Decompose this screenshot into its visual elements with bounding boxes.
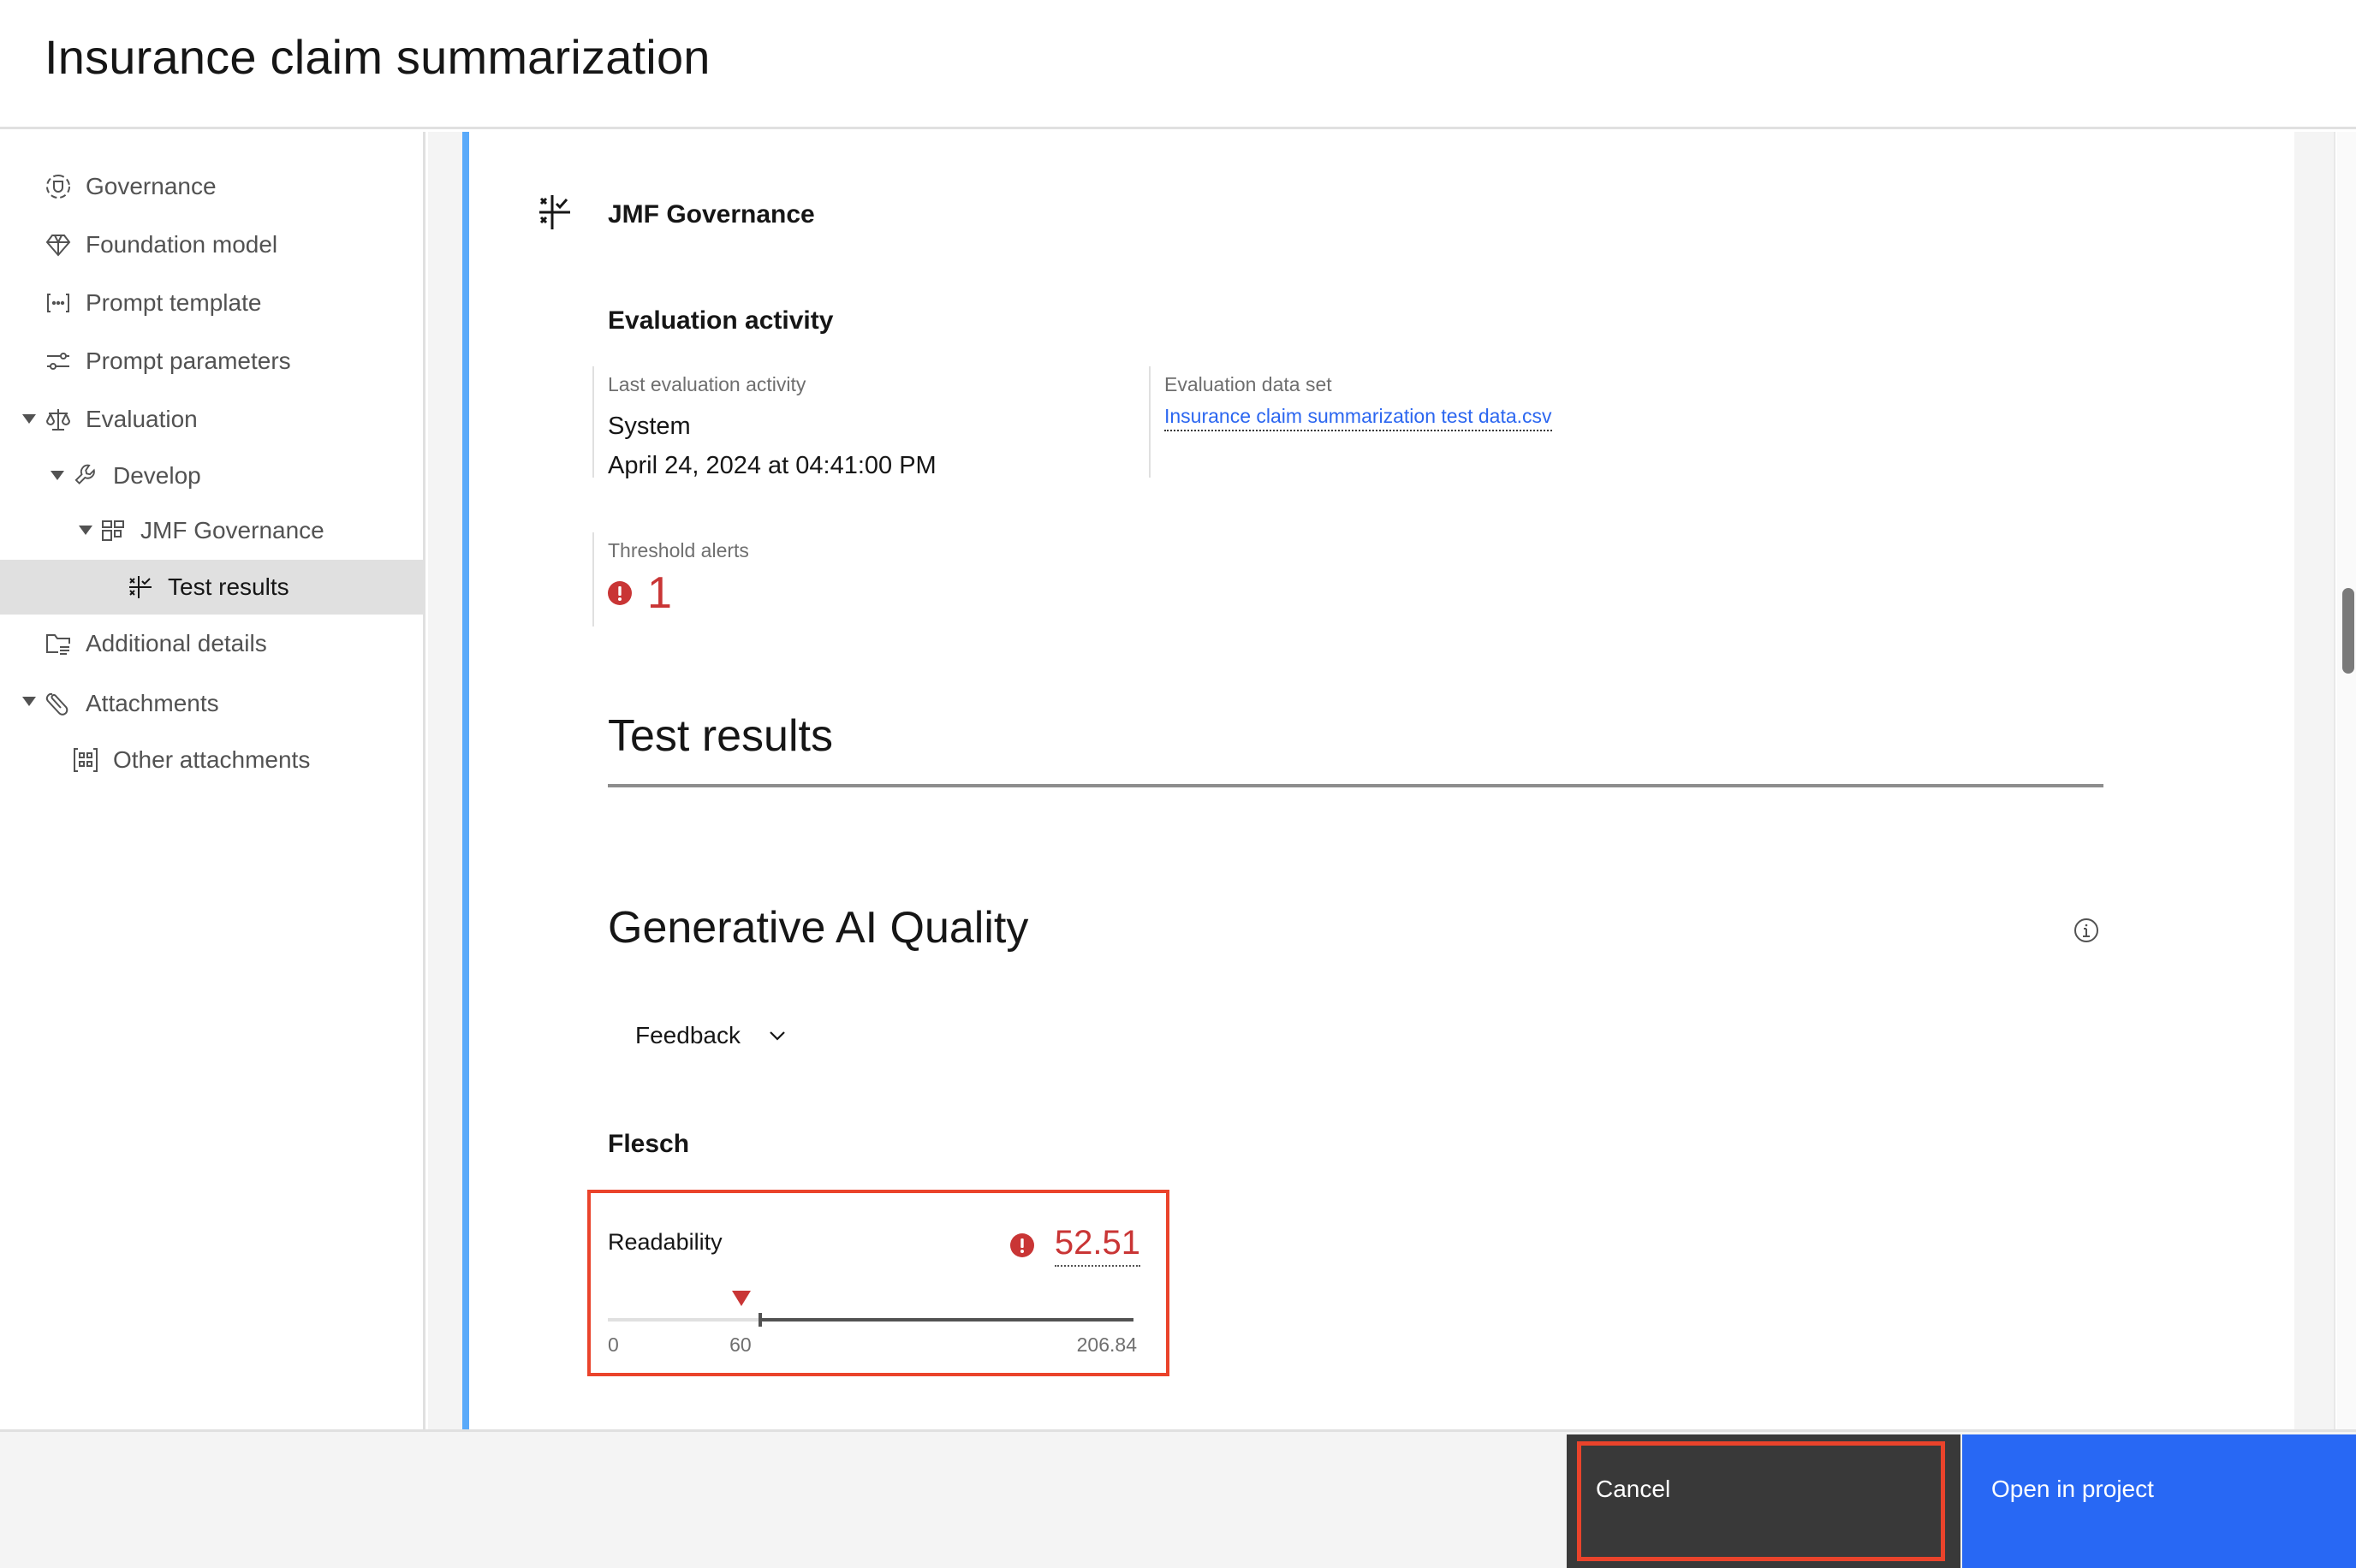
evaluation-data-set: Evaluation data set Insurance claim summ… [1149, 366, 1748, 478]
section-accent-line [462, 132, 469, 1429]
readability-metric-card[interactable]: Readability 52.51 0 60 206.84 [587, 1190, 1169, 1376]
right-gutter [2294, 132, 2335, 1429]
error-alert-icon [608, 581, 632, 605]
sidebar-item-foundation-model[interactable]: Foundation model [0, 217, 425, 272]
last-activity-value: System April 24, 2024 at 04:41:00 PM [608, 407, 1149, 485]
threshold-alerts: Threshold alerts 1 [592, 532, 935, 627]
threshold-alerts-value: 1 [608, 567, 935, 619]
error-alert-icon [1009, 1233, 1034, 1257]
sidebar-item-label: Prompt parameters [86, 347, 291, 374]
sidebar-item-label: Prompt template [86, 289, 262, 316]
range-threshold-label: 60 [729, 1333, 752, 1356]
feedback-dropdown-label: Feedback [635, 1022, 741, 1048]
sidebar-item-other-attachments[interactable]: Other attachments [0, 733, 425, 787]
sidebar-item-jmf-governance[interactable]: JMF Governance [0, 503, 425, 558]
open-in-project-label: Open in project [1991, 1476, 2154, 1502]
threshold-alerts-label: Threshold alerts [608, 539, 749, 561]
sliders-icon [45, 347, 72, 375]
sidebar-gutter [428, 132, 462, 1429]
metric-value[interactable]: 52.51 [1054, 1224, 1140, 1267]
sidebar-item-test-results[interactable]: Test results [0, 560, 425, 615]
open-in-project-button[interactable]: Open in project [1962, 1434, 2356, 1568]
caret-down-icon[interactable] [79, 526, 92, 535]
range-above-threshold [760, 1318, 1133, 1322]
sidebar-item-prompt-template[interactable]: Prompt template [0, 276, 425, 330]
dataset-link[interactable]: Insurance claim summarization test data.… [1164, 405, 1552, 431]
sidebar-item-label: Attachments [86, 690, 219, 716]
page-title: Insurance claim summarization [45, 30, 711, 84]
threshold-alert-count: 1 [647, 568, 672, 618]
feedback-dropdown[interactable]: Feedback [635, 1022, 788, 1049]
bracket-dots-icon [45, 289, 72, 317]
sidebar-item-label: Other attachments [113, 746, 311, 773]
chevron-down-icon [770, 1031, 785, 1041]
last-activity-label: Last evaluation activity [608, 373, 806, 395]
dataset-label: Evaluation data set [1164, 373, 1332, 395]
scrollbar-thumb[interactable] [2342, 588, 2354, 674]
modal-footer: Cancel Open in project [0, 1429, 2356, 1568]
sidebar-item-prompt-parameters[interactable]: Prompt parameters [0, 334, 425, 389]
scales-icon [45, 406, 72, 433]
range-min-label: 0 [608, 1333, 619, 1356]
main-content: JMF Governance Evaluation activity Last … [469, 132, 2294, 1429]
sidebar-item-label: Develop [113, 462, 201, 489]
caret-down-icon[interactable] [51, 471, 64, 480]
sidebar-item-label: Additional details [86, 630, 267, 656]
flesch-heading: Flesch [608, 1130, 690, 1158]
sidebar-item-label: JMF Governance [140, 517, 324, 543]
info-icon[interactable] [2073, 918, 2099, 943]
grid-bracket-icon [72, 746, 99, 774]
range-below-threshold [608, 1318, 761, 1322]
sidebar-item-evaluation[interactable]: Evaluation [0, 392, 425, 447]
scrollbar-track[interactable] [2337, 132, 2356, 1429]
sidebar-item-label: Evaluation [86, 406, 198, 432]
heading-divider [608, 784, 2103, 787]
folder-details-icon [45, 630, 72, 657]
test-results-heading: Test results [608, 711, 833, 761]
caret-down-icon[interactable] [22, 697, 36, 706]
sidebar-item-label: Test results [168, 573, 289, 600]
cancel-button[interactable]: Cancel [1567, 1434, 1960, 1568]
dashboard-icon [99, 517, 127, 544]
diamond-icon [45, 231, 72, 258]
last-evaluation-activity: Last evaluation activity System April 24… [592, 366, 1149, 479]
sidebar-item-attachments[interactable]: Attachments [0, 676, 425, 731]
test-results-icon [127, 573, 154, 601]
page-header: Insurance claim summarization [0, 0, 2356, 129]
sidebar-item-develop[interactable]: Develop [0, 448, 425, 503]
test-results-icon [539, 195, 570, 229]
metric-value-group: 52.51 [1009, 1224, 1140, 1267]
threshold-tick [759, 1313, 763, 1327]
last-activity-by: System [608, 413, 691, 440]
range-max-label: 206.84 [1076, 1333, 1137, 1356]
wrench-icon [72, 462, 99, 490]
value-marker-icon [731, 1291, 751, 1306]
sidebar-item-additional-details[interactable]: Additional details [0, 616, 425, 671]
cancel-button-label: Cancel [1596, 1476, 1671, 1502]
sidebar-nav: Governance Foundation model Prompt templ… [0, 132, 425, 1429]
sidebar-item-label: Governance [86, 173, 217, 199]
caret-down-icon[interactable] [22, 414, 36, 424]
evaluation-activity-heading: Evaluation activity [608, 306, 834, 335]
metric-name: Readability [608, 1229, 723, 1255]
governance-icon [45, 173, 72, 200]
section-title: JMF Governance [608, 200, 815, 229]
sidebar-item-governance[interactable]: Governance [0, 159, 425, 214]
generative-ai-quality-heading: Generative AI Quality [608, 903, 1029, 953]
sidebar-item-label: Foundation model [86, 231, 278, 258]
last-activity-time: April 24, 2024 at 04:41:00 PM [608, 452, 937, 479]
paperclip-icon [45, 690, 72, 717]
